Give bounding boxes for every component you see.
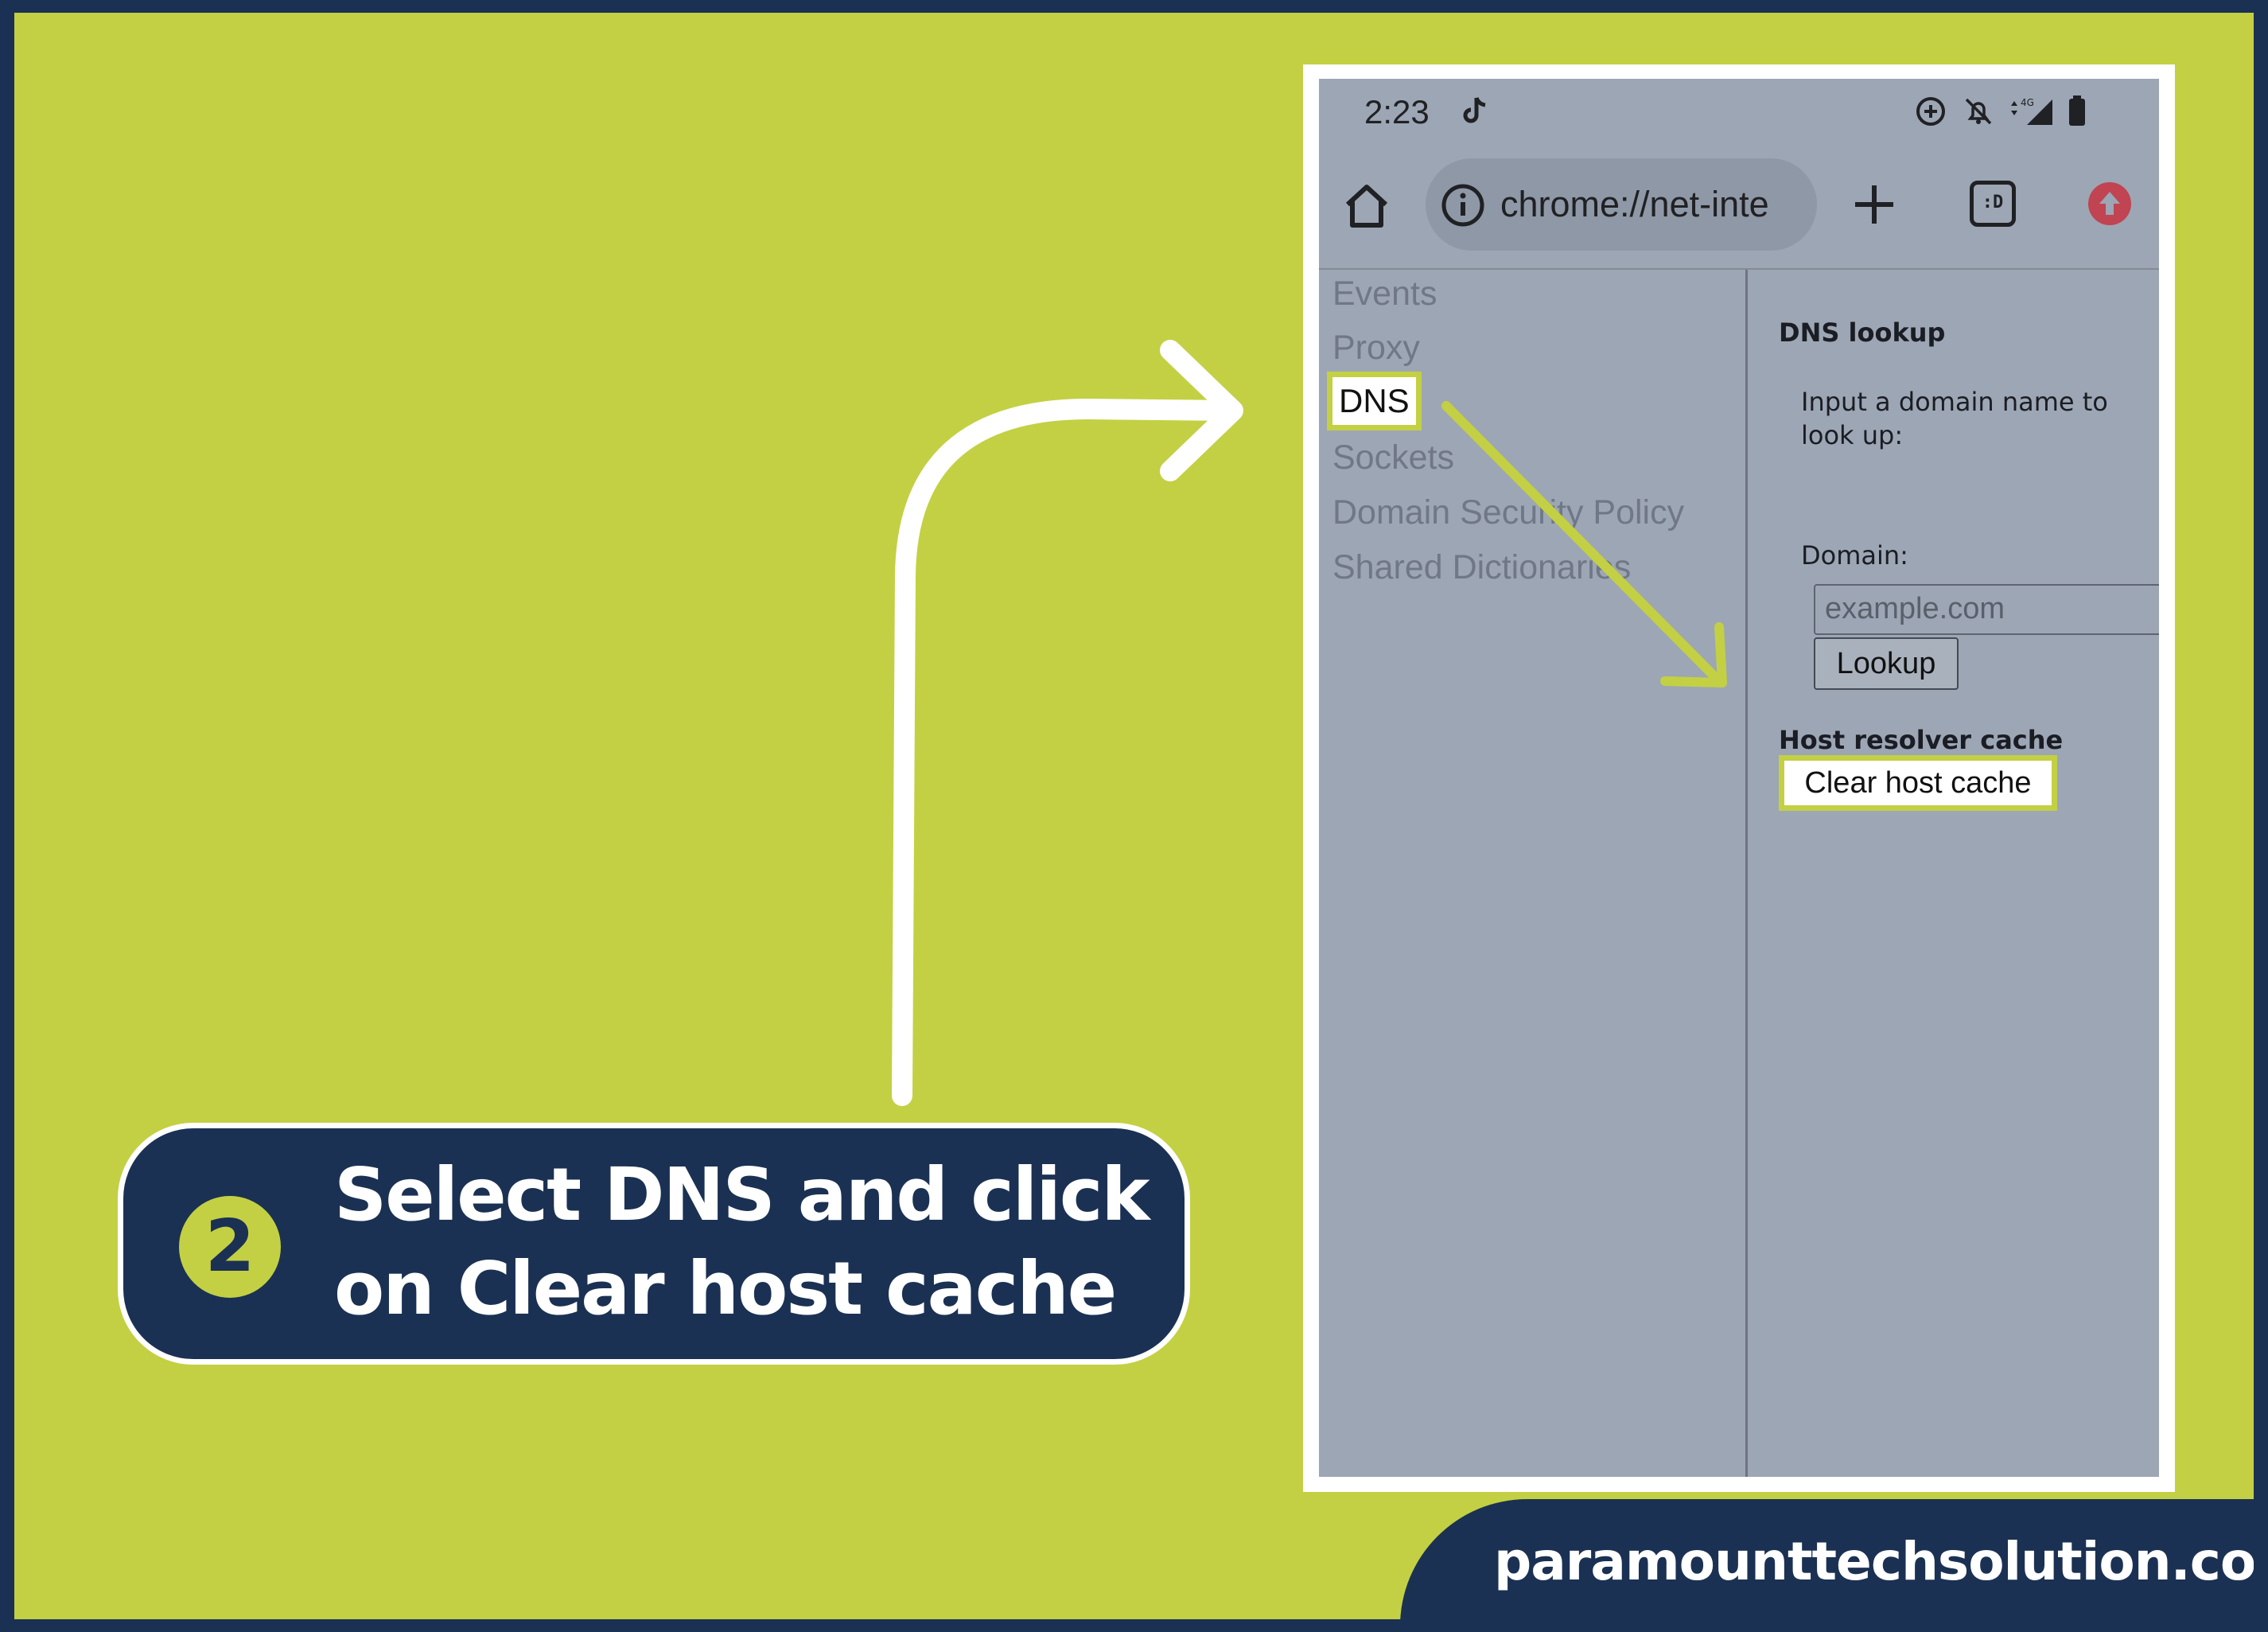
step-callout: 2 Select DNS and click on Clear host cac… xyxy=(118,1123,1190,1365)
callout-line-1: Select DNS and click xyxy=(334,1152,1150,1237)
green-diagonal-arrow xyxy=(1441,401,1725,687)
brand-footer: paramounttechsolution.com xyxy=(1400,1499,2254,1619)
annotation-arrows xyxy=(892,340,1727,1106)
tutorial-frame: 2:23 4G chrome://net-inte:D Events Prox… xyxy=(14,13,2254,1619)
brand-site: paramounttechsolution.com xyxy=(1494,1531,2254,1592)
white-curved-arrow xyxy=(892,398,1242,1106)
callout-line-2: on Clear host cache xyxy=(334,1246,1117,1331)
step-number-badge: 2 xyxy=(179,1196,281,1298)
